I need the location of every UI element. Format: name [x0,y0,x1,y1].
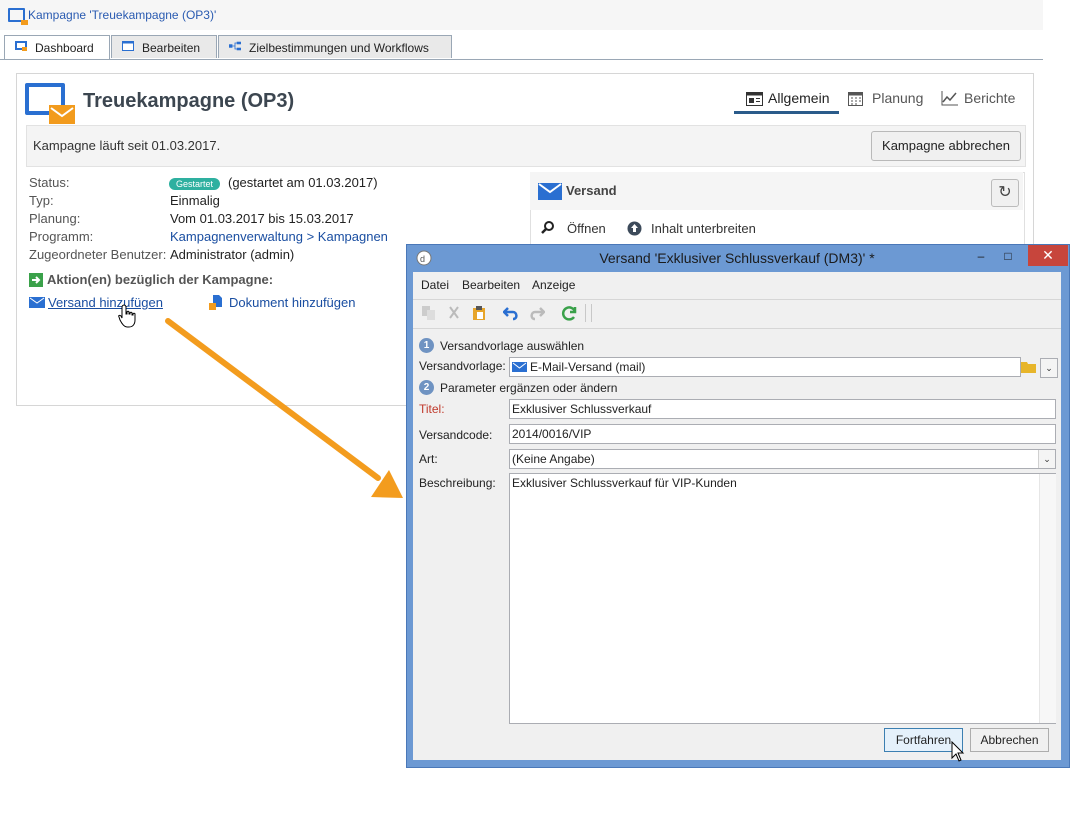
cut-icon[interactable] [446,305,462,321]
campaign-running-text: Kampagne läuft seit 01.03.2017. [33,138,221,153]
edit-icon [122,41,134,51]
chevron-down-icon: ⌄ [1038,450,1055,468]
menu-anzeige[interactable]: Anzeige [532,278,575,292]
art-select[interactable]: (Keine Angabe) ⌄ [509,449,1056,469]
status-label: Status: [29,175,70,190]
tab-planung[interactable]: Planung [872,90,923,106]
template-field[interactable]: E-Mail-Versand (mail) [509,357,1021,377]
window-titlebar: Kampagne 'Treuekampagne (OP3)' [0,0,1043,30]
menu-datei[interactable]: Datei [421,278,449,292]
tab-zielbestimmungen[interactable]: Zielbestimmungen und Workflows [218,35,452,58]
art-value: (Keine Angabe) [512,452,595,466]
minimize-button[interactable]: – [968,247,994,265]
cancel-campaign-button[interactable]: Kampagne abbrechen [871,131,1021,161]
mail-icon [29,297,45,308]
folder-icon[interactable] [1021,360,1037,374]
campaign-icon [8,8,28,25]
step-label: Versandvorlage auswählen [440,339,585,353]
general-icon [746,92,763,106]
tab-dashboard[interactable]: Dashboard [4,35,110,59]
add-document-link[interactable]: Dokument hinzufügen [229,295,355,310]
mail-icon [512,362,527,372]
action-arrow-icon [29,273,43,287]
programm-label: Programm: [29,229,94,244]
chart-icon [941,91,958,106]
hand-cursor-icon [118,304,136,328]
toolbar-separator [585,304,586,322]
template-dropdown-button[interactable]: ⌄ [1040,358,1058,378]
copy-icon[interactable] [421,305,437,321]
cancel-button[interactable]: Abbrechen [970,728,1049,752]
tab-bearbeiten[interactable]: Bearbeiten [111,35,217,58]
actions-heading: Aktion(en) bezüglich der Kampagne: [47,272,274,287]
template-value: E-Mail-Versand (mail) [530,360,646,374]
status-badge: Gestartet [169,178,220,190]
description-textarea[interactable]: Exklusiver Schlussverkauf für VIP-Kunden [509,473,1056,724]
delivery-panel-title: Versand [566,183,617,198]
planung-label: Planung: [29,211,81,226]
template-label: Versandvorlage: [419,359,506,373]
pointer-cursor-icon [951,741,965,762]
window-title: Kampagne 'Treuekampagne (OP3)' [28,8,217,22]
envelope-icon [49,105,75,124]
search-icon [541,221,554,234]
benutzer-value: Administrator (admin) [170,247,295,262]
paste-icon[interactable] [471,305,487,321]
benutzer-label: Zugeordneter Benutzer: [29,247,167,262]
workflow-icon [229,41,241,51]
status-date: (gestartet am 01.03.2017) [228,175,378,190]
art-label: Art: [419,452,438,466]
desc-label: Beschreibung: [419,476,496,490]
submit-content-link[interactable]: Inhalt unterbreiten [651,221,756,236]
undo-icon[interactable] [503,305,520,321]
close-button[interactable]: ✕ [1028,245,1068,266]
typ-label: Typ: [29,193,54,208]
code-label: Versandcode: [419,428,493,442]
delivery-mail-icon [538,183,562,200]
tab-allgemein[interactable]: Allgemein [768,90,829,106]
maximize-button[interactable]: □ [995,247,1021,265]
step-number: 2 [419,380,434,395]
add-delivery-link[interactable]: Versand hinzufügen [48,295,163,310]
upload-icon [627,221,642,236]
typ-value: Einmalig [170,193,220,208]
dashboard-icon [15,41,27,51]
tab-berichte[interactable]: Berichte [964,90,1015,106]
toolbar-divider [413,328,1061,329]
titel-label: Titel: [419,402,445,416]
programm-link[interactable]: Kampagnenverwaltung > Kampagnen [170,229,388,244]
titel-input[interactable]: Exklusiver Schlussverkauf [509,399,1056,419]
scrollbar[interactable] [1039,474,1056,723]
refresh-button[interactable]: ↻ [991,179,1019,207]
planung-value: Vom 01.03.2017 bis 15.03.2017 [170,211,354,226]
tab-bar: Dashboard Bearbeiten Zielbestimmungen un… [0,35,1043,60]
step-label: Parameter ergänzen oder ändern [440,381,618,395]
toolbar-separator [591,304,592,322]
menu-divider [413,299,1061,300]
calendar-icon [848,92,863,106]
menu-bearbeiten[interactable]: Bearbeiten [462,278,520,292]
page-title: Treuekampagne (OP3) [83,90,295,112]
document-icon [209,295,222,310]
step-number: 1 [419,338,434,353]
refresh-icon[interactable] [561,305,578,322]
active-tab-indicator [734,111,839,114]
redo-icon[interactable] [528,305,545,321]
code-input[interactable]: 2014/0016/VIP [509,424,1056,444]
open-delivery-link[interactable]: Öffnen [567,221,606,236]
